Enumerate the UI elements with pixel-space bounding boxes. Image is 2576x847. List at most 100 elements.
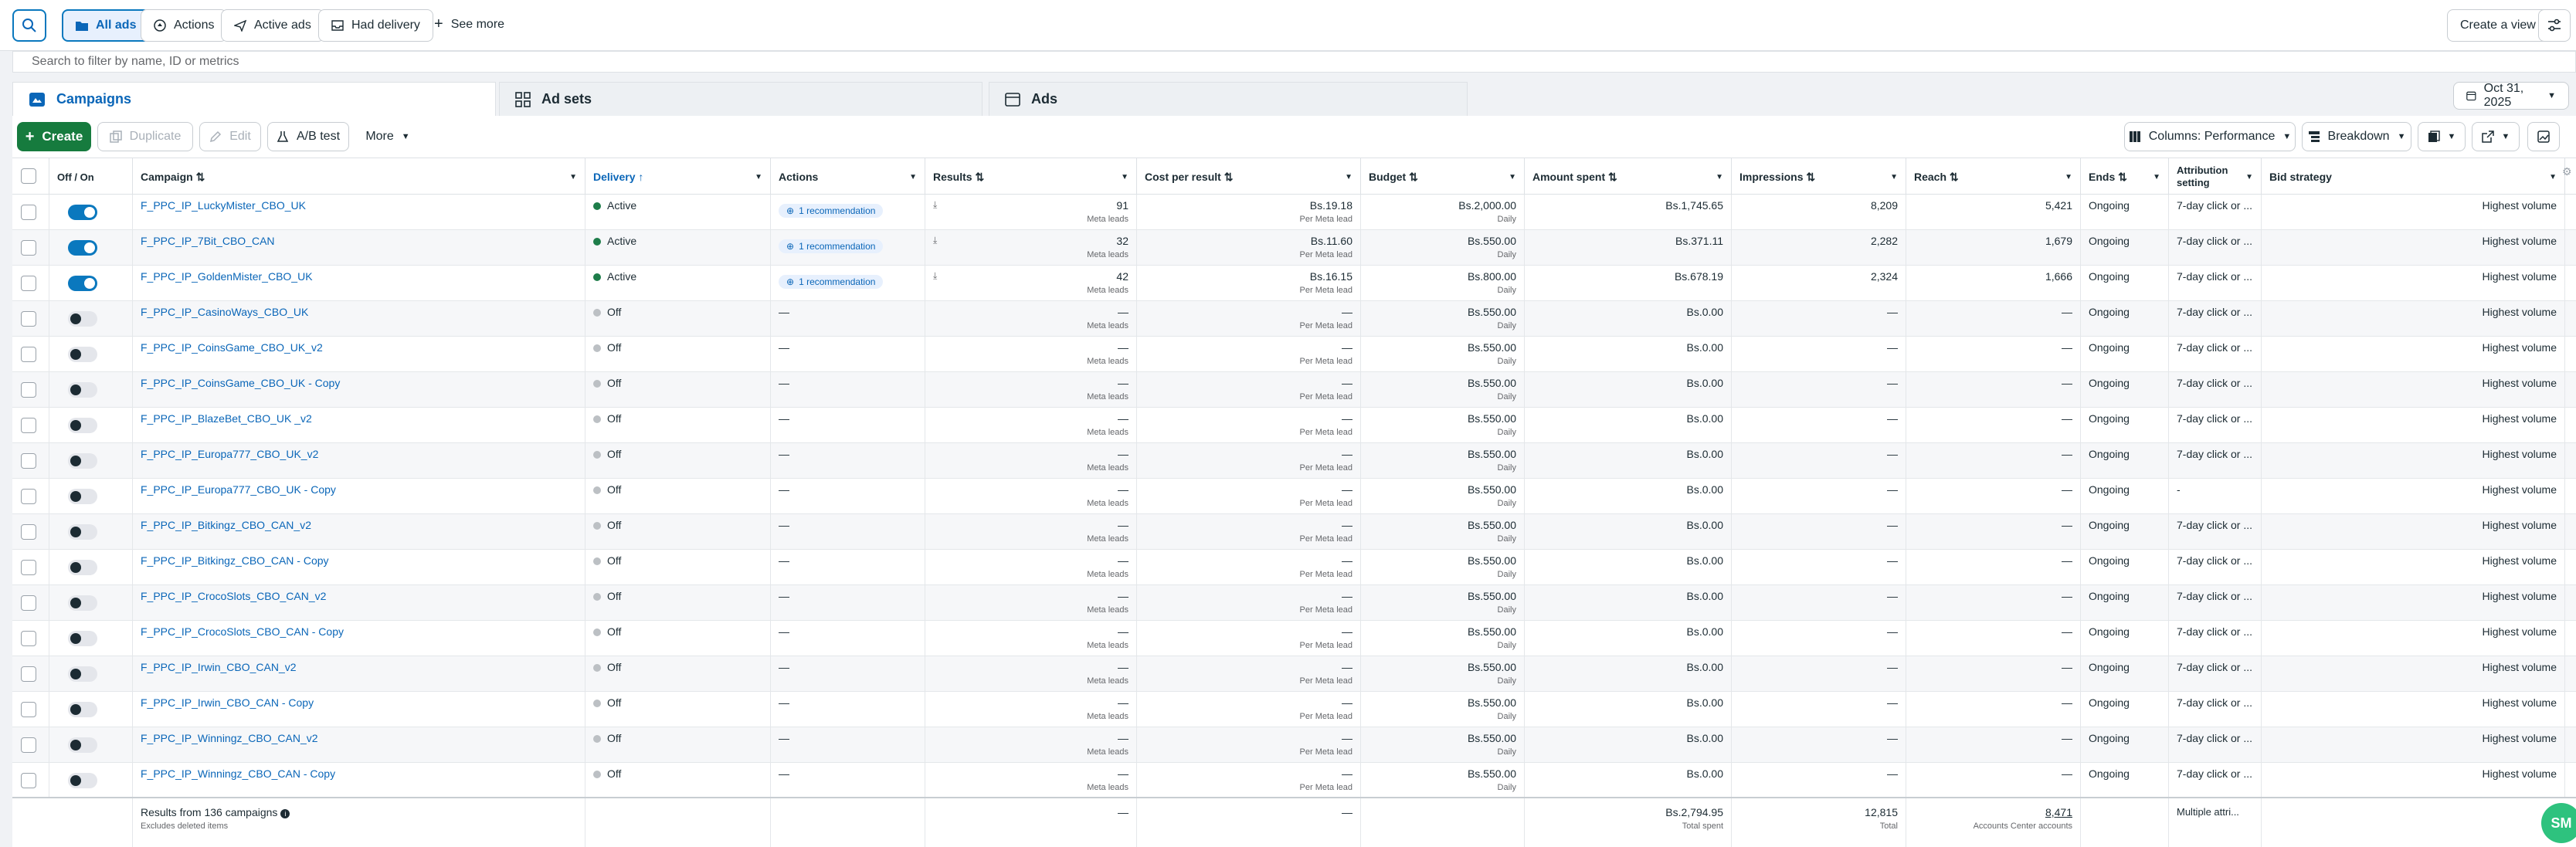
- row-checkbox[interactable]: [21, 418, 36, 433]
- campaign-name-link[interactable]: F_PPC_IP_BlazeBet_CBO_UK _v2: [141, 412, 312, 425]
- row-checkbox[interactable]: [21, 240, 36, 256]
- campaign-toggle[interactable]: [68, 240, 97, 256]
- header-campaign[interactable]: Campaign ⇅ ▼: [133, 158, 585, 195]
- header-cost-per-result[interactable]: Cost per result ⇅ ▼: [1137, 158, 1361, 195]
- campaign-toggle[interactable]: [68, 737, 97, 753]
- row-checkbox[interactable]: [21, 489, 36, 504]
- campaign-toggle[interactable]: [68, 453, 97, 469]
- charts-button[interactable]: [2527, 122, 2560, 151]
- row-checkbox[interactable]: [21, 205, 36, 220]
- select-all-checkbox[interactable]: [21, 168, 36, 184]
- row-checkbox[interactable]: [21, 276, 36, 291]
- create-view-button[interactable]: Create a view: [2447, 9, 2549, 42]
- campaign-name-link[interactable]: F_PPC_IP_LuckyMister_CBO_UK: [141, 199, 306, 212]
- columns-button[interactable]: Columns: Performance ▼: [2124, 122, 2296, 151]
- download-icon[interactable]: ⤓: [933, 199, 937, 211]
- campaign-name-link[interactable]: F_PPC_IP_Bitkingz_CBO_CAN_v2: [141, 519, 311, 531]
- campaign-toggle[interactable]: [68, 311, 97, 327]
- edit-button[interactable]: Edit: [199, 122, 261, 151]
- campaign-name-link[interactable]: F_PPC_IP_CrocoSlots_CBO_CAN_v2: [141, 590, 326, 602]
- campaign-toggle[interactable]: [68, 666, 97, 682]
- row-checkbox[interactable]: [21, 311, 36, 327]
- recommendation-badge[interactable]: ⊕ 1 recommendation: [779, 239, 884, 253]
- see-more-button[interactable]: + See more: [434, 15, 504, 33]
- row-checkbox[interactable]: [21, 702, 36, 717]
- campaign-toggle[interactable]: [68, 702, 97, 717]
- row-checkbox[interactable]: [21, 595, 36, 611]
- header-delivery[interactable]: Delivery ↑ ▼: [585, 158, 771, 195]
- duplicate-button[interactable]: Duplicate: [97, 122, 193, 151]
- campaign-toggle[interactable]: [68, 489, 97, 504]
- header-ends[interactable]: Ends ⇅ ▼: [2081, 158, 2169, 195]
- campaign-toggle[interactable]: [68, 205, 97, 220]
- row-checkbox[interactable]: [21, 524, 36, 540]
- filter-all-ads[interactable]: All ads: [62, 9, 151, 42]
- campaign-name-link[interactable]: F_PPC_IP_Europa777_CBO_UK_v2: [141, 448, 318, 460]
- search-input[interactable]: Search to filter by name, ID or metrics: [12, 51, 2576, 73]
- row-checkbox[interactable]: [21, 666, 36, 682]
- row-select-cell: [12, 337, 49, 372]
- campaign-name-link[interactable]: F_PPC_IP_CasinoWays_CBO_UK: [141, 306, 308, 318]
- campaign-name-link[interactable]: F_PPC_IP_Bitkingz_CBO_CAN - Copy: [141, 554, 329, 567]
- budget-value: Bs.550.00: [1467, 377, 1516, 389]
- header-actions[interactable]: Actions ▼: [771, 158, 925, 195]
- header-bid-strategy[interactable]: Bid strategy ▼: [2262, 158, 2565, 195]
- date-picker[interactable]: Oct 31, 2025 ▼: [2453, 82, 2569, 110]
- download-icon[interactable]: ⤓: [933, 235, 937, 246]
- campaign-name-link[interactable]: F_PPC_IP_Winningz_CBO_CAN_v2: [141, 732, 318, 744]
- campaign-toggle[interactable]: [68, 382, 97, 398]
- download-icon[interactable]: ⤓: [933, 270, 937, 282]
- row-checkbox[interactable]: [21, 773, 36, 788]
- campaign-toggle[interactable]: [68, 595, 97, 611]
- row-checkbox[interactable]: [21, 560, 36, 575]
- export-button[interactable]: ▼: [2472, 122, 2520, 151]
- campaign-toggle[interactable]: [68, 773, 97, 788]
- campaign-name-link[interactable]: F_PPC_IP_CrocoSlots_CBO_CAN - Copy: [141, 625, 344, 638]
- campaign-toggle[interactable]: [68, 347, 97, 362]
- campaign-toggle[interactable]: [68, 524, 97, 540]
- support-chat-button[interactable]: SM: [2541, 803, 2576, 843]
- recommendation-badge[interactable]: ⊕ 1 recommendation: [779, 275, 884, 289]
- campaign-name-link[interactable]: F_PPC_IP_Europa777_CBO_UK - Copy: [141, 483, 336, 496]
- header-attribution[interactable]: Attribution setting ▼: [2169, 158, 2262, 195]
- row-checkbox[interactable]: [21, 382, 36, 398]
- filter-active-ads[interactable]: Active ads: [221, 9, 324, 42]
- tab-ad-sets[interactable]: Ad sets: [499, 82, 983, 116]
- filter-actions[interactable]: Actions: [141, 9, 228, 42]
- create-button[interactable]: + Create: [17, 122, 91, 151]
- campaign-name-link[interactable]: F_PPC_IP_7Bit_CBO_CAN: [141, 235, 275, 247]
- column-settings-icon[interactable]: ⚙: [2562, 165, 2576, 179]
- ab-test-button[interactable]: A/B test: [267, 122, 349, 151]
- row-checkbox[interactable]: [21, 347, 36, 362]
- campaign-toggle[interactable]: [68, 631, 97, 646]
- row-checkbox[interactable]: [21, 737, 36, 753]
- tab-campaigns[interactable]: Campaigns: [12, 82, 496, 116]
- reports-button[interactable]: ▼: [2418, 122, 2466, 151]
- tab-ads[interactable]: Ads: [989, 82, 1468, 116]
- settings-button[interactable]: [2538, 9, 2571, 42]
- row-checkbox[interactable]: [21, 631, 36, 646]
- campaign-toggle[interactable]: [68, 560, 97, 575]
- header-budget[interactable]: Budget ⇅ ▼: [1361, 158, 1525, 195]
- header-impressions[interactable]: Impressions ⇅ ▼: [1732, 158, 1906, 195]
- footer-reach-value[interactable]: 8,471: [2045, 806, 2072, 818]
- breakdown-button[interactable]: Breakdown ▼: [2302, 122, 2411, 151]
- campaign-name-link[interactable]: F_PPC_IP_CoinsGame_CBO_UK - Copy: [141, 377, 340, 389]
- recommendation-badge[interactable]: ⊕ 1 recommendation: [779, 204, 884, 218]
- campaign-name-link[interactable]: F_PPC_IP_GoldenMister_CBO_UK: [141, 270, 313, 283]
- campaign-name-link[interactable]: F_PPC_IP_Irwin_CBO_CAN_v2: [141, 661, 297, 673]
- search-button[interactable]: [12, 9, 46, 42]
- campaign-name-link[interactable]: F_PPC_IP_Winningz_CBO_CAN - Copy: [141, 767, 335, 780]
- campaign-toggle[interactable]: [68, 418, 97, 433]
- more-button[interactable]: More ▼: [357, 122, 419, 151]
- header-results[interactable]: Results ⇅ ▼: [925, 158, 1137, 195]
- header-off-on[interactable]: Off / On: [49, 158, 133, 195]
- campaign-name-link[interactable]: F_PPC_IP_Irwin_CBO_CAN - Copy: [141, 696, 314, 709]
- row-checkbox[interactable]: [21, 453, 36, 469]
- header-reach[interactable]: Reach ⇅ ▼: [1906, 158, 2081, 195]
- info-icon[interactable]: i: [280, 809, 290, 818]
- campaign-toggle[interactable]: [68, 276, 97, 291]
- campaign-name-link[interactable]: F_PPC_IP_CoinsGame_CBO_UK_v2: [141, 341, 323, 354]
- filter-had-delivery[interactable]: Had delivery: [318, 9, 433, 42]
- header-amount-spent[interactable]: Amount spent ⇅ ▼: [1525, 158, 1732, 195]
